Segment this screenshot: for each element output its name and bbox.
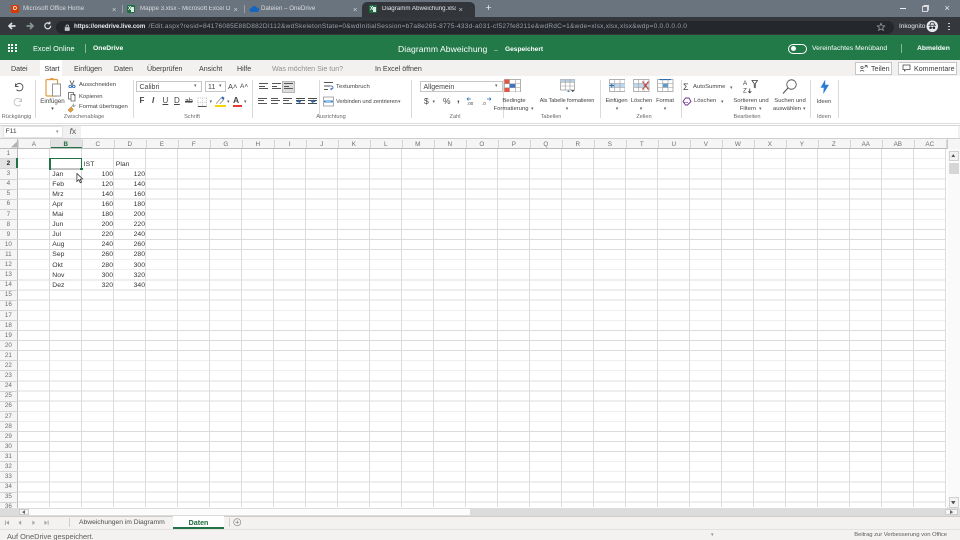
- svg-text:Z: Z: [743, 87, 747, 94]
- svg-text:.00: .00: [467, 101, 474, 106]
- svg-text:.0: .0: [482, 101, 486, 106]
- svg-text:A: A: [743, 80, 748, 87]
